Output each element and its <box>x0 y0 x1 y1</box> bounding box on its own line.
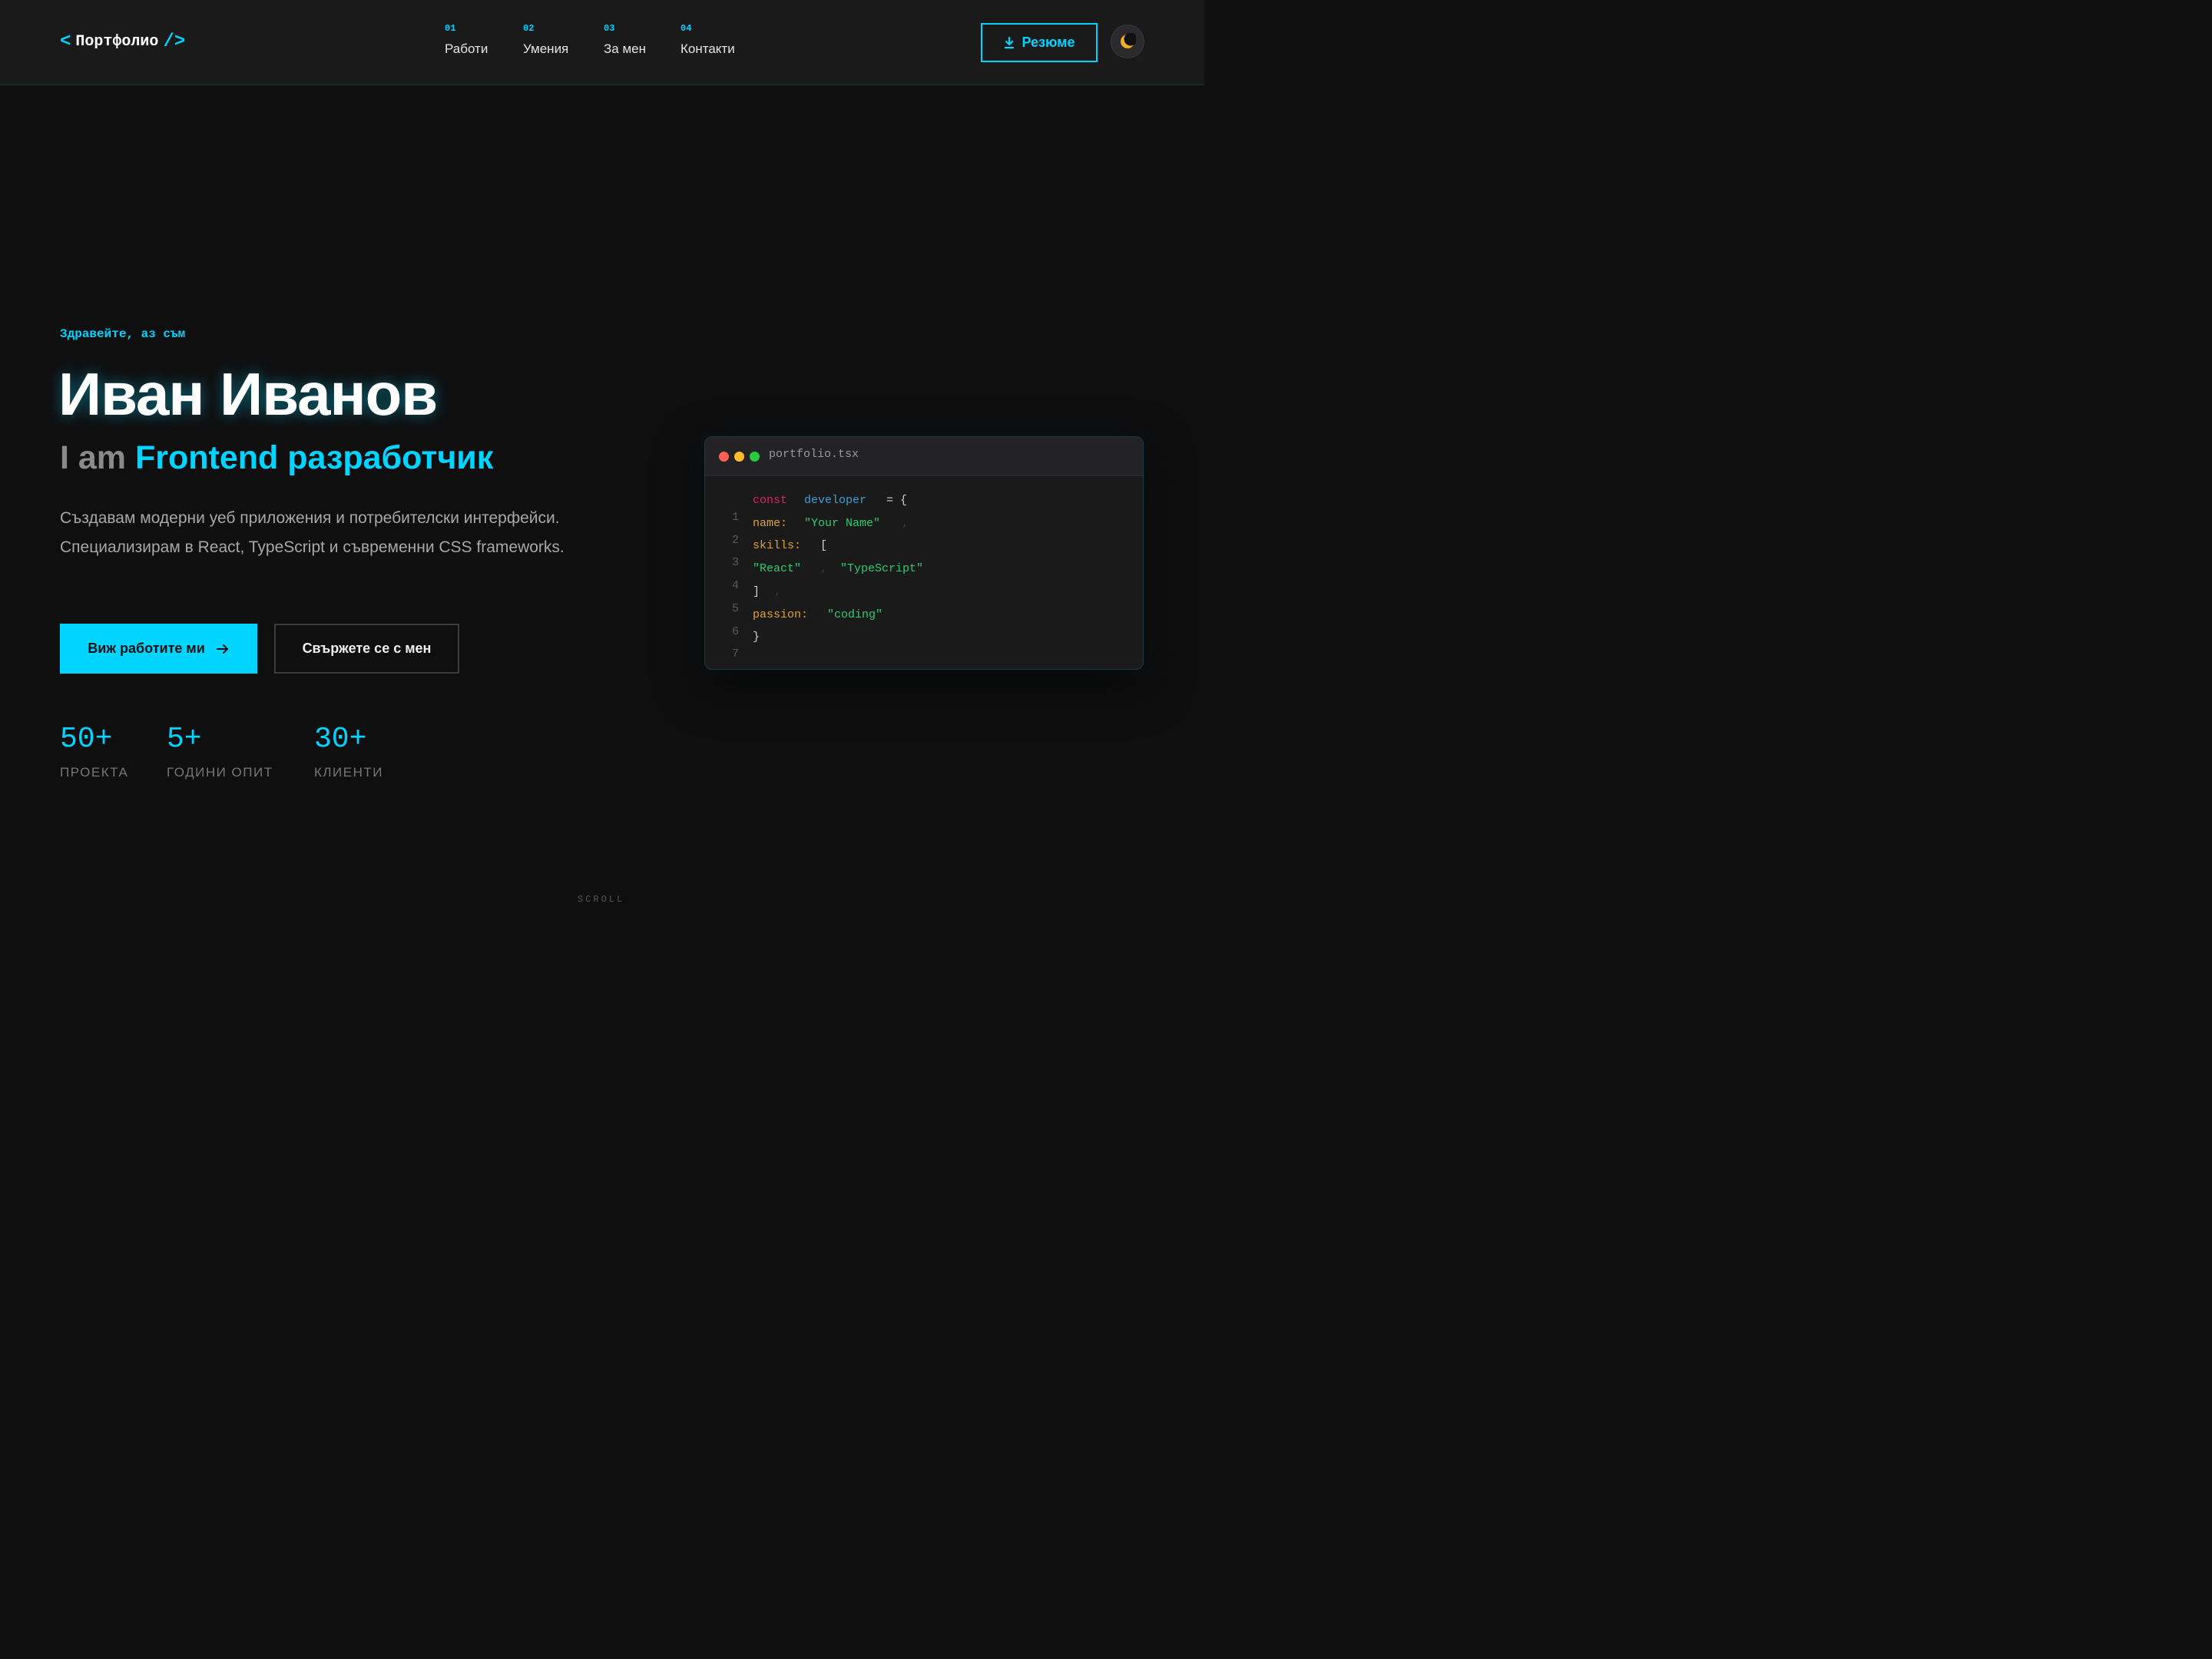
nav-item-number: 02 <box>523 23 535 34</box>
code-token: developer <box>804 494 867 507</box>
theme-toggle[interactable] <box>1111 25 1144 58</box>
site-header: < Портфолио /> 01 Работи 02 Умения 03 За… <box>0 0 1204 85</box>
hero-description: Създавам модерни уеб приложения и потреб… <box>60 509 565 556</box>
stat-label: КЛИЕНТИ <box>314 765 383 780</box>
code-filename: portfolio.tsx <box>769 448 859 461</box>
code-line: 6 passion: "coding" <box>705 607 882 638</box>
code-line: 3 skills: [ <box>705 538 827 569</box>
contact-me-button-label: Свържете се с мен <box>302 641 432 656</box>
code-line: 7 } <box>705 629 760 661</box>
code-token: = { <box>886 494 908 507</box>
maximize-dot-icon <box>750 452 760 462</box>
code-token: "React" <box>753 562 802 575</box>
code-token: name: <box>753 517 788 530</box>
contact-me-button[interactable]: Свържете се с мен <box>274 624 459 674</box>
code-token: [ <box>820 539 828 552</box>
moon-icon <box>1119 33 1136 50</box>
hero-role-prefix: I am <box>60 439 127 476</box>
code-token: passion: <box>753 608 809 621</box>
code-token: , <box>820 562 828 575</box>
nav-item-label: Работи <box>445 41 488 56</box>
code-line: 1 const developer = { <box>705 492 907 524</box>
hero-name: Иван Иванов <box>58 360 438 428</box>
hero-greeting: Здравейте, аз съм <box>60 327 186 341</box>
nav-item-works[interactable]: 01 Работи <box>445 23 488 57</box>
nav-item-number: 01 <box>445 23 456 34</box>
scroll-hint[interactable]: SCROLL <box>578 894 624 905</box>
code-token: skills: <box>753 539 802 552</box>
logo-text: Портфолио <box>75 32 159 51</box>
resume-button[interactable]: Резюме <box>981 23 1098 62</box>
code-token: "coding" <box>827 608 883 621</box>
nav-item-skills[interactable]: 02 Умения <box>523 23 568 57</box>
arrow-right-icon <box>216 643 230 655</box>
stat-projects: 50+ ПРОЕКТА <box>60 720 128 780</box>
hero-role: I am Frontend разработчик <box>60 439 493 477</box>
view-works-button[interactable]: Виж работите ми <box>60 624 257 674</box>
resume-button-label: Резюме <box>1022 35 1075 50</box>
close-dot-icon <box>719 452 729 462</box>
code-line: 2 name: "Your Name" , <box>705 515 909 547</box>
hero-role-highlight: Frontend разработчик <box>135 439 494 476</box>
stat-clients: 30+ КЛИЕНТИ <box>314 720 383 780</box>
code-token: const <box>753 494 788 507</box>
code-line: 5 ] , <box>705 584 781 615</box>
code-token: , <box>774 585 782 598</box>
stat-label: ПРОЕКТА <box>60 765 129 780</box>
stat-value: 30+ <box>314 723 367 756</box>
logo-open-bracket: < <box>60 31 71 52</box>
minimize-dot-icon <box>734 452 744 462</box>
nav-item-about[interactable]: 03 За мен <box>604 23 646 57</box>
logo-close-bracket: /> <box>163 31 186 52</box>
download-icon <box>1004 36 1015 49</box>
line-number: 7 <box>731 647 739 661</box>
nav-item-label: Контакти <box>680 41 735 56</box>
code-window: portfolio.tsx 1 const developer = { 2 na… <box>704 436 1144 670</box>
code-token: , <box>902 517 909 530</box>
code-line: 4 "React" , "TypeScript" <box>705 561 923 592</box>
view-works-button-label: Виж работите ми <box>88 641 205 656</box>
nav-item-label: За мен <box>604 41 646 56</box>
nav-item-label: Умения <box>523 41 569 56</box>
stat-value: 5+ <box>167 723 202 756</box>
nav-item-number: 03 <box>604 23 615 34</box>
code-token: ] <box>753 585 760 598</box>
code-token: } <box>753 631 760 644</box>
code-token: "Your Name" <box>804 517 881 530</box>
stat-value: 50+ <box>60 723 113 756</box>
logo[interactable]: < Портфолио /> <box>60 31 185 52</box>
nav-item-contacts[interactable]: 04 Контакти <box>680 23 735 57</box>
stat-years: 5+ ГОДИНИ ОПИТ <box>167 720 273 780</box>
code-token: "TypeScript" <box>840 562 924 575</box>
page: < Портфолио /> 01 Работи 02 Умения 03 За… <box>0 0 1204 905</box>
code-window-titlebar: portfolio.tsx <box>705 437 1143 476</box>
stat-label: ГОДИНИ ОПИТ <box>167 765 273 780</box>
nav-item-number: 04 <box>680 23 692 34</box>
